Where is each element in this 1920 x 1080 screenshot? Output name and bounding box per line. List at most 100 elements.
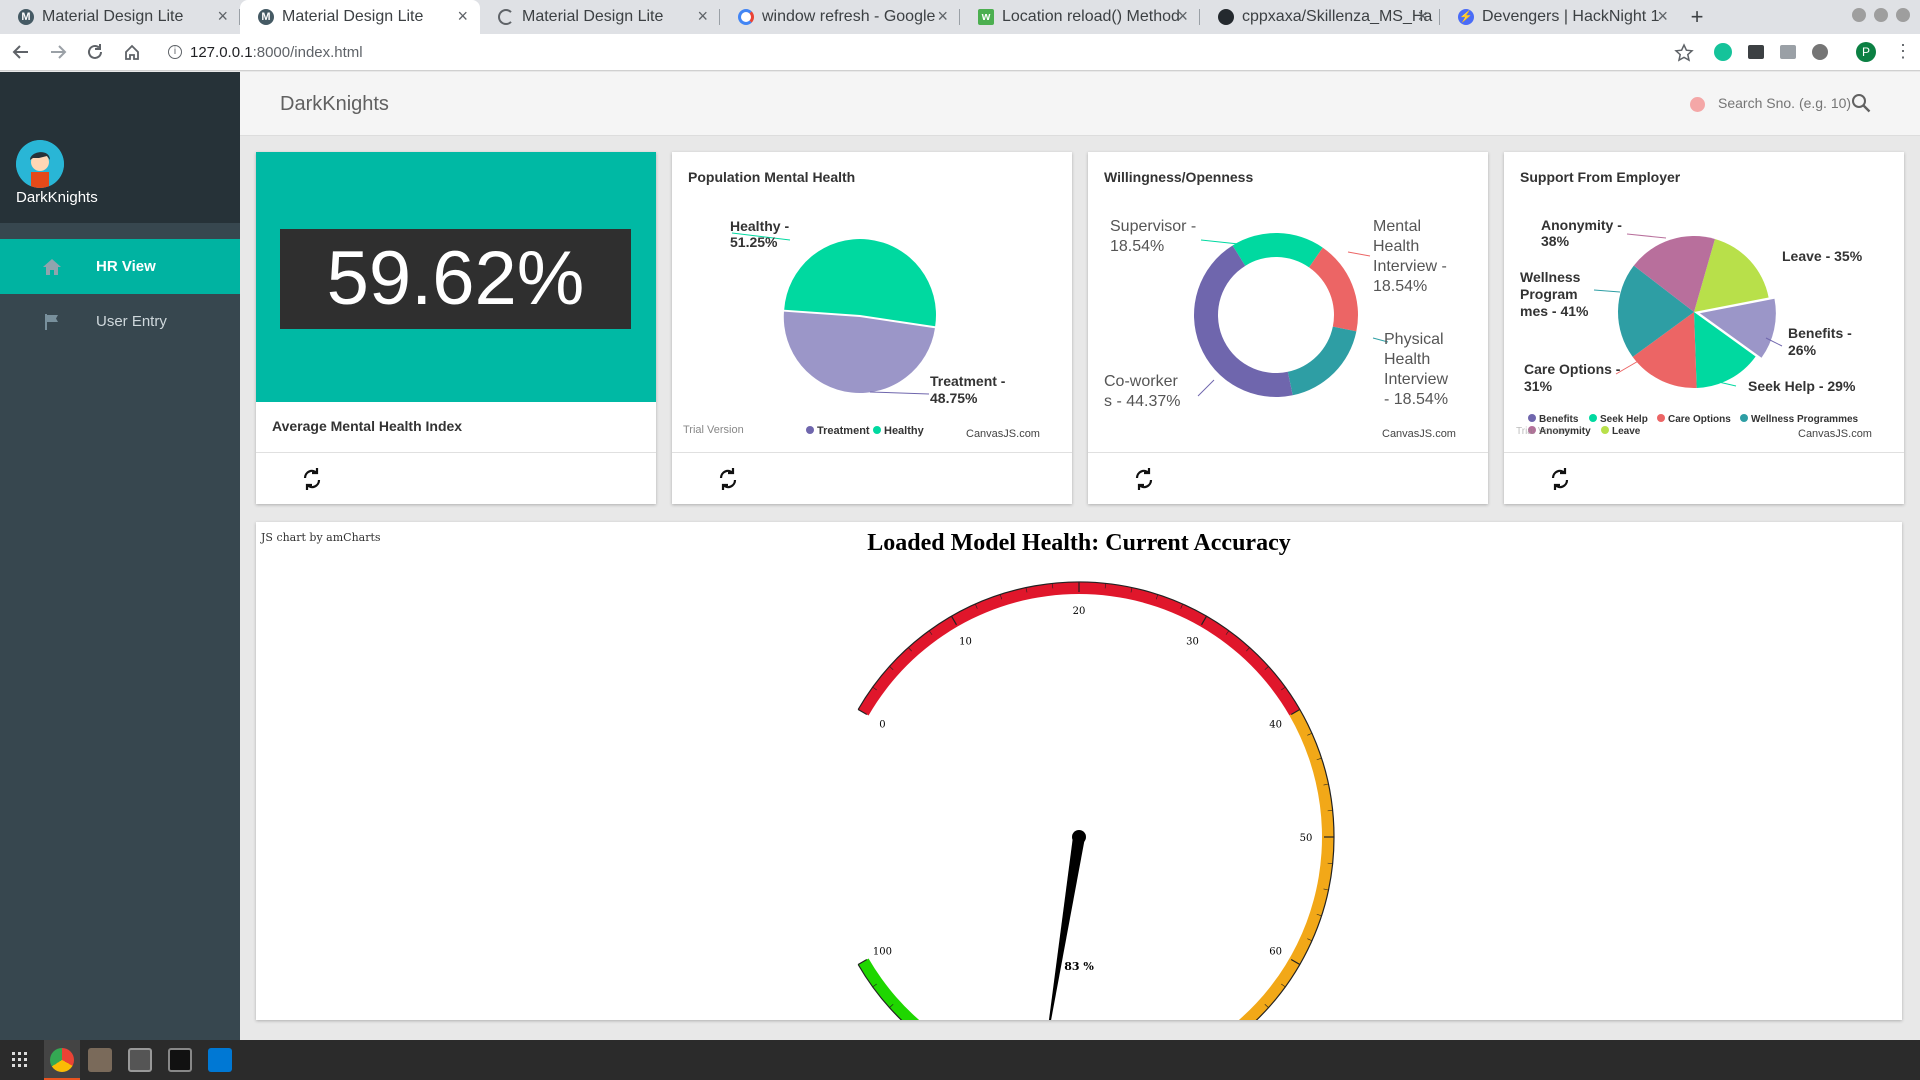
forward-button[interactable] — [42, 36, 74, 68]
home-button[interactable] — [116, 36, 148, 68]
accuracy-gauge: 0102030405060708090100 83 % — [857, 581, 1335, 1020]
trial-watermark: Trial Version — [1516, 426, 1571, 437]
flag-icon — [40, 313, 64, 331]
canvasjs-credit[interactable]: CanvasJS.com — [1798, 428, 1872, 440]
legend-item-leave[interactable]: Leave — [1612, 426, 1641, 437]
data-label-care-options: Care Options - — [1524, 361, 1621, 377]
browser-tab[interactable]: ⚡ Devengers | HackNight 1 × — [1440, 0, 1680, 34]
label-connector — [1347, 251, 1371, 257]
browser-tab[interactable]: window refresh - Google × — [720, 0, 960, 34]
close-tab-icon[interactable]: × — [1417, 6, 1428, 27]
legend-item-treatment[interactable]: Treatment — [817, 425, 870, 437]
legend-item-healthy[interactable]: Healthy — [884, 425, 925, 437]
vscode-icon[interactable] — [208, 1048, 232, 1072]
legend-item-benefits[interactable]: Benefits — [1539, 414, 1579, 425]
back-button[interactable] — [5, 36, 37, 68]
reload-button[interactable] — [79, 36, 111, 68]
gauge-tick-label: 10 — [959, 636, 972, 647]
grammarly-extension-icon[interactable] — [1714, 43, 1732, 61]
legend-item-wellness-programmes[interactable]: Wellness Programmes — [1751, 414, 1859, 425]
extension-icon[interactable] — [1748, 45, 1764, 59]
close-tab-icon[interactable]: × — [697, 6, 708, 27]
willingness-chart-card: Willingness/Openness Supervisor - 18.54%… — [1088, 152, 1488, 504]
gauge-card: JS chart by amCharts Loaded Model Health… — [256, 522, 1902, 1020]
close-tab-icon[interactable]: × — [217, 6, 228, 27]
search-icon[interactable] — [1850, 92, 1872, 114]
window-controls — [1852, 8, 1910, 22]
close-tab-icon[interactable]: × — [1657, 6, 1668, 27]
gauge-tick-label: 50 — [1300, 833, 1313, 844]
sidebar-item-label: HR View — [96, 258, 156, 275]
canvasjs-credit[interactable]: CanvasJS.com — [1382, 428, 1456, 440]
population-pie-chart: Healthy - 51.25% Treatment - 48.75% Tria… — [683, 218, 1040, 440]
legend-marker — [1657, 414, 1665, 422]
browser-tab[interactable]: Material Design Lite × — [480, 0, 720, 34]
bookmark-star-icon[interactable] — [1674, 43, 1694, 63]
label-connector — [869, 391, 930, 395]
browser-tab-active[interactable]: M Material Design Lite × — [240, 0, 480, 34]
donut-slice-physical-health-interview — [1287, 326, 1357, 396]
close-tab-icon[interactable]: × — [457, 6, 468, 27]
terminal-icon[interactable] — [168, 1048, 192, 1072]
search-input[interactable]: Search Sno. (e.g. 10) — [1718, 95, 1851, 111]
app-grid-icon[interactable] — [12, 1052, 28, 1068]
sidebar-item-hr-view[interactable]: HR View — [0, 239, 240, 294]
refresh-icon[interactable] — [1548, 467, 1572, 491]
gauge-tick-label: 60 — [1269, 947, 1282, 958]
gauge-tick-label: 20 — [1073, 606, 1086, 617]
app-header: DarkKnights Search Sno. (e.g. 10) — [240, 72, 1920, 136]
card-footer — [1504, 452, 1904, 504]
gauge-band — [1238, 709, 1334, 1020]
data-label-wellness-programmes-value: mes - 41% — [1520, 303, 1589, 319]
close-window-button[interactable] — [1896, 8, 1910, 22]
data-label-physical-health-interview: Physical — [1384, 331, 1444, 348]
data-label-supervisor-value: 18.54% — [1110, 238, 1164, 255]
browser-tab-bar: M Material Design Lite × M Material Desi… — [0, 0, 1920, 34]
browser-tab[interactable]: cppxaxa/Skillenza_MS_Ha × — [1200, 0, 1440, 34]
chrome-icon[interactable] — [50, 1048, 74, 1072]
info-icon[interactable]: i — [168, 45, 182, 59]
maximize-button[interactable] — [1874, 8, 1888, 22]
url-path: :8000/index.html — [252, 43, 363, 61]
new-tab-button[interactable]: + — [1680, 0, 1714, 34]
data-label-healthy-value: 51.25% — [730, 234, 778, 250]
user-avatar-icon — [16, 140, 64, 188]
material-icon: M — [18, 9, 34, 25]
refresh-icon[interactable] — [716, 467, 740, 491]
data-label-physical-health-interview: Health — [1384, 351, 1430, 368]
metric-value: 59.62% — [280, 229, 631, 329]
extension-icon[interactable] — [1812, 44, 1828, 60]
data-label-co-workers-value: s - 44.37% — [1104, 393, 1180, 410]
data-label-physical-health-interview-value: - 18.54% — [1384, 391, 1448, 408]
trial-watermark: Trial Version — [683, 424, 744, 436]
sidebar-item-user-entry[interactable]: User Entry — [0, 294, 240, 349]
data-label-anonymity-value: 38% — [1541, 233, 1570, 249]
minimize-button[interactable] — [1852, 8, 1866, 22]
gauge-axis — [857, 581, 1335, 1020]
legend-item-seek-help[interactable]: Seek Help — [1600, 414, 1648, 425]
sidebar-item-label: User Entry — [96, 313, 167, 330]
data-label-care-options-value: 31% — [1524, 378, 1553, 394]
address-bar: i 127.0.0.1:8000/index.html P ⋮ — [0, 34, 1920, 71]
home-outline-icon — [125, 44, 139, 60]
close-tab-icon[interactable]: × — [937, 6, 948, 27]
data-label-co-workers: Co-worker — [1104, 373, 1178, 390]
browser-tab[interactable]: w Location reload() Method × — [960, 0, 1200, 34]
card-footer — [1088, 452, 1488, 504]
forward-arrow-icon — [51, 45, 67, 59]
refresh-icon[interactable] — [1132, 467, 1156, 491]
card-footer — [256, 452, 656, 504]
profile-avatar[interactable]: P — [1856, 42, 1876, 62]
browser-menu-icon[interactable]: ⋮ — [1894, 42, 1912, 60]
canvasjs-credit[interactable]: CanvasJS.com — [966, 428, 1040, 440]
extension-icon[interactable] — [1780, 45, 1796, 59]
browser-tab[interactable]: M Material Design Lite × — [0, 0, 240, 34]
metric-banner: 59.62% — [256, 152, 656, 402]
files-icon[interactable] — [88, 1048, 112, 1072]
pie-slice-healthy — [784, 238, 936, 327]
close-tab-icon[interactable]: × — [1177, 6, 1188, 27]
url-field[interactable]: i 127.0.0.1:8000/index.html — [168, 44, 363, 61]
legend-item-care-options[interactable]: Care Options — [1668, 414, 1731, 425]
system-monitor-icon[interactable] — [128, 1048, 152, 1072]
refresh-icon[interactable] — [300, 467, 324, 491]
